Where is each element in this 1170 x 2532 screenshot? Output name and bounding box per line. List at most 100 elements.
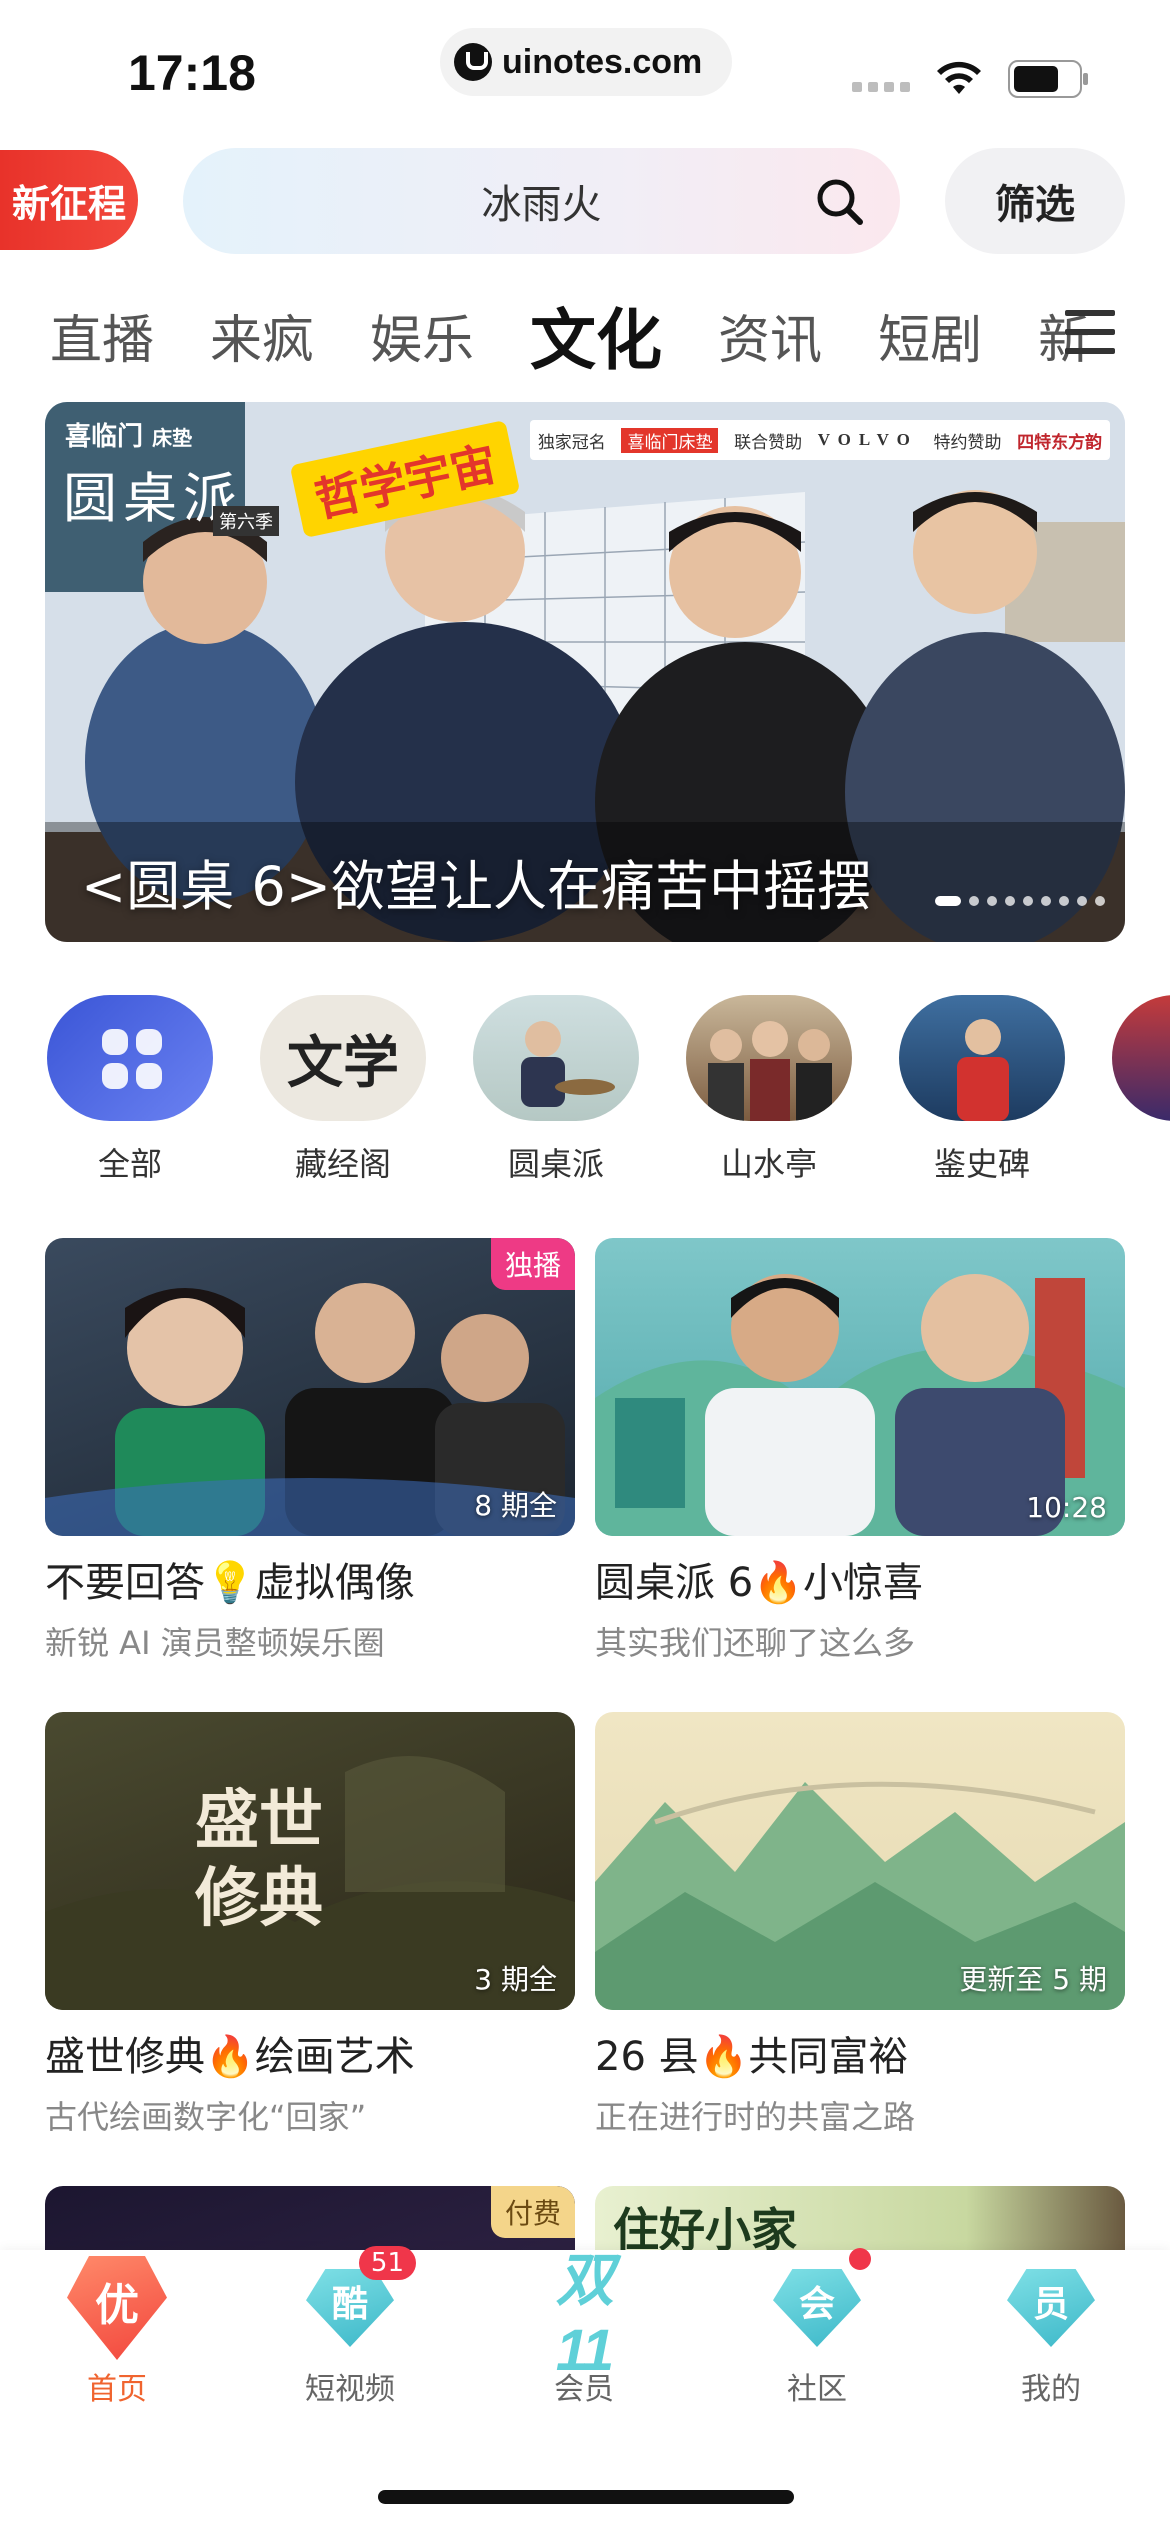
tabs-fade xyxy=(980,290,1040,380)
sponsor-brand: 喜临门床垫 xyxy=(621,427,719,453)
filter-button[interactable]: 筛选 xyxy=(945,148,1125,254)
episode-count: 3 期全 xyxy=(474,1963,557,1996)
category-thumbnail xyxy=(686,995,852,1121)
exclusive-badge: 独播 xyxy=(490,1238,575,1290)
nav-label: 短视频 xyxy=(305,2372,395,2407)
pagination-dot xyxy=(987,896,997,906)
cellular-signal-icon xyxy=(852,82,910,92)
double-eleven-icon: 双11 xyxy=(555,2247,614,2383)
category-label: 鉴史碑 xyxy=(933,1145,1030,1183)
nav-label: 社区 xyxy=(787,2372,847,2407)
community-icon: 会 xyxy=(767,2248,871,2356)
tab-news[interactable]: 资讯 xyxy=(718,298,822,373)
battery-icon xyxy=(1008,60,1088,98)
nav-profile[interactable]: 员 我的 xyxy=(951,2250,1151,2408)
card-thumbnail: 更新至 5 期 xyxy=(595,1712,1125,2010)
grid-icon xyxy=(47,995,213,1121)
category-thumbnail xyxy=(899,995,1065,1121)
sponsor-brand: 四特东方韵 xyxy=(1017,432,1103,453)
sponsor-label: 联合赞助 xyxy=(734,432,803,453)
search-text: 冰雨火 xyxy=(481,182,602,228)
video-card[interactable]: 10:28 圆桌派 6🔥小惊喜 其实我们还聊了这么多 xyxy=(595,1238,1125,1664)
card-subtitle: 正在进行时的共富之路 xyxy=(595,2098,916,2136)
tab-entertainment[interactable]: 娱乐 xyxy=(370,298,474,373)
category-shanshuiting[interactable]: 山水亭 xyxy=(684,995,854,1185)
notification-dot xyxy=(849,2248,871,2270)
video-card[interactable]: 独播 8 期全 不要回答💡虚拟偶像 新锐 AI 演员整顿娱乐圈 xyxy=(45,1238,575,1664)
pagination-dot xyxy=(1041,896,1051,906)
nav-label: 我的 xyxy=(1021,2372,1081,2407)
category-thumbnail: 文学 xyxy=(260,995,426,1121)
nav-short-video[interactable]: 酷 51 短视频 xyxy=(250,2246,450,2408)
sponsor-label: 独家冠名 xyxy=(537,432,606,453)
sponsor-label: 特约赞助 xyxy=(933,432,1002,453)
category-thumbnail xyxy=(473,995,639,1121)
category-label: 戏 xyxy=(1110,1139,1170,1185)
card-subtitle: 古代绘画数字化“回家” xyxy=(45,2098,367,2136)
tab-live[interactable]: 直播 xyxy=(50,298,154,373)
search-input[interactable]: 冰雨火 xyxy=(183,148,900,254)
tab-laifeng[interactable]: 来疯 xyxy=(210,298,314,373)
pagination-dot xyxy=(1095,896,1105,906)
episode-count: 8 期全 xyxy=(474,1489,557,1522)
category-jianshibei[interactable]: 鉴史碑 xyxy=(897,995,1067,1185)
category-thumbnail xyxy=(1112,995,1170,1121)
pagination-dot xyxy=(935,896,961,906)
card-art-title: 盛世修典 xyxy=(195,1783,323,1936)
menu-icon[interactable] xyxy=(1065,310,1115,360)
hero-banner[interactable]: 喜临门 床垫 圆桌派 第六季 哲学宇宙 独家冠名 喜临门床垫 联合赞助 VOLV… xyxy=(45,402,1125,942)
card-title: 圆桌派 6🔥小惊喜 xyxy=(595,1560,923,1606)
card-title: 不要回答💡虚拟偶像 xyxy=(45,1560,415,1606)
pagination-dot xyxy=(1005,896,1015,906)
youku-home-icon: 优 xyxy=(67,2256,167,2360)
category-label: 山水亭 xyxy=(720,1145,817,1183)
card-subtitle: 新锐 AI 演员整顿娱乐圈 xyxy=(45,1624,385,1662)
category-yuanzhuopai[interactable]: 圆桌派 xyxy=(471,995,641,1185)
banner-sponsor-strip: 独家冠名 喜临门床垫 联合赞助 VOLVO 特约赞助 四特东方韵 xyxy=(530,420,1110,460)
banner-season: 第六季 xyxy=(213,506,279,536)
category-label: 圆桌派 xyxy=(507,1145,604,1183)
channel-tabs: 直播 来疯 娱乐 文化 资讯 短剧 新 xyxy=(50,290,1090,380)
tab-short-drama[interactable]: 短剧 xyxy=(878,298,982,373)
category-label: 藏经阁 xyxy=(294,1145,391,1183)
url-pill[interactable]: uinotes.com xyxy=(440,28,732,96)
banner-sponsor-brand: 喜临门 床垫 xyxy=(65,422,193,452)
video-card[interactable]: 更新至 5 期 26 县🔥共同富裕 正在进行时的共富之路 xyxy=(595,1712,1125,2138)
profile-icon: 员 xyxy=(1001,2260,1101,2356)
wifi-icon xyxy=(937,61,981,94)
lock-icon xyxy=(454,43,492,81)
card-title: 26 县🔥共同富裕 xyxy=(595,2034,909,2080)
video-card[interactable]: 盛世修典 3 期全 盛世修典🔥绘画艺术 古代绘画数字化“回家” xyxy=(45,1712,575,2138)
category-cangjingge[interactable]: 文学 藏经阁 xyxy=(258,995,428,1185)
banner-pagination xyxy=(935,896,1105,906)
nav-vip[interactable]: 双11 会员 xyxy=(484,2247,684,2408)
status-time: 17:18 xyxy=(128,45,256,101)
status-bar: 17:18 uinotes.com xyxy=(0,0,1170,140)
campaign-badge[interactable]: 新征程 xyxy=(0,150,138,250)
update-status: 更新至 5 期 xyxy=(959,1963,1107,1996)
category-opera[interactable]: 戏 xyxy=(1110,995,1170,1185)
nav-home[interactable]: 优 首页 xyxy=(17,2250,217,2408)
category-all[interactable]: 全部 xyxy=(45,995,215,1185)
card-thumbnail: 独播 8 期全 xyxy=(45,1238,575,1536)
pagination-dot xyxy=(1059,896,1069,906)
sponsor-brand: VOLVO xyxy=(817,430,918,449)
paid-badge: 付费 xyxy=(490,2186,575,2238)
search-icon[interactable] xyxy=(814,176,866,228)
banner-caption: <圆桌 6>欲望让人在痛苦中摇摆 xyxy=(81,855,872,918)
card-thumbnail: 盛世修典 3 期全 xyxy=(45,1712,575,2010)
card-title: 盛世修典🔥绘画艺术 xyxy=(45,2034,415,2080)
url-text: uinotes.com xyxy=(502,42,703,81)
pagination-dot xyxy=(1077,896,1087,906)
card-subtitle: 其实我们还聊了这么多 xyxy=(595,1624,916,1662)
video-duration: 10:28 xyxy=(1026,1491,1107,1524)
pagination-dot xyxy=(969,896,979,906)
tab-culture[interactable]: 文化 xyxy=(530,290,662,380)
pagination-dot xyxy=(1023,896,1033,906)
category-label: 全部 xyxy=(97,1145,162,1183)
home-indicator xyxy=(378,2490,794,2504)
notification-badge: 51 xyxy=(358,2246,416,2280)
nav-label: 首页 xyxy=(87,2372,147,2407)
nav-community[interactable]: 会 社区 xyxy=(717,2248,917,2408)
category-row: 全部 文学 藏经阁 圆桌派 山水亭 鉴史碑 戏 xyxy=(0,995,1170,1185)
